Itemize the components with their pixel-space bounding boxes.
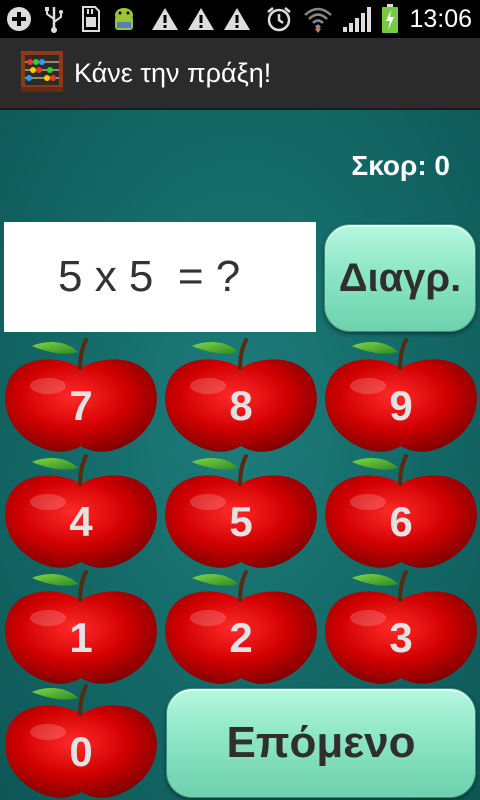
question-box: 5 x 5 = ? [4,222,316,332]
next-button[interactable]: Επόμενο [166,688,476,798]
key-0-button[interactable]: 0 [2,684,160,800]
key-9-button[interactable]: 9 [322,338,480,454]
clock: 13:06 [409,5,472,33]
key-8-button[interactable]: 8 [162,338,320,454]
clear-button[interactable]: Διαγρ. [324,224,476,332]
key-label: 8 [229,382,253,429]
key-6-button[interactable]: 6 [322,454,480,570]
abacus-icon [20,51,64,95]
add-icon [4,4,34,34]
usb-icon [40,4,68,34]
key-5-button[interactable]: 5 [162,454,320,570]
battery-charging-icon [378,4,402,34]
warning-icon [150,4,180,34]
android-icon [108,4,140,34]
key-label: 6 [389,498,413,545]
key-7-button[interactable]: 7 [2,338,160,454]
key-label: 1 [69,614,93,661]
key-label: 7 [69,382,93,429]
key-3-button[interactable]: 3 [322,570,480,686]
key-label: 2 [229,614,253,661]
app-title: Κάνε την πράξη! [74,58,272,88]
key-2-button[interactable]: 2 [162,570,320,686]
wifi-icon [302,4,334,34]
warning-icon [186,4,216,34]
score-label: Σκορ: 0 [351,150,450,181]
key-label: 9 [389,382,413,429]
key-1-button[interactable]: 1 [2,570,160,686]
title-bar: Κάνε την πράξη! [0,38,480,110]
key-label: 0 [69,728,93,775]
alarm-icon [264,4,294,34]
sd-card-icon [76,4,104,34]
key-4-button[interactable]: 4 [2,454,160,570]
signal-icon [340,4,374,34]
question-text: 5 x 5 = ? [58,252,241,301]
key-label: 3 [389,614,413,661]
status-bar: 13:06 [0,0,480,38]
key-label: 4 [69,498,93,545]
warning-icon [222,4,252,34]
key-label: 5 [229,498,253,545]
